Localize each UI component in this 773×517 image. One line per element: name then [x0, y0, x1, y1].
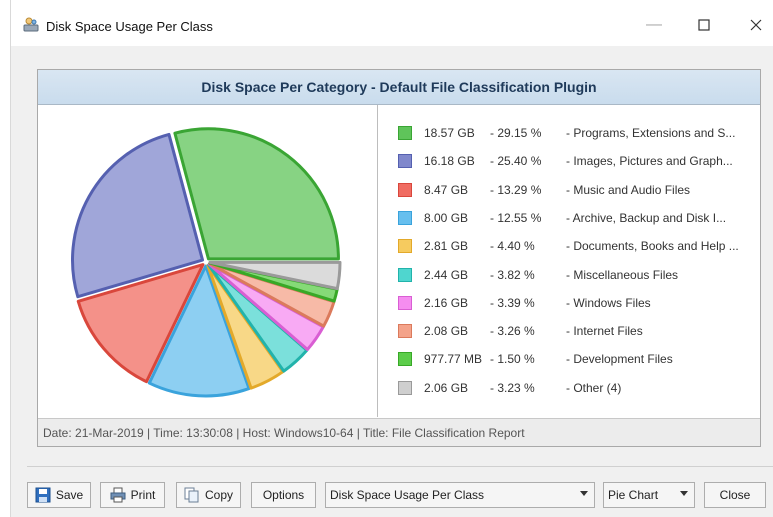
legend-swatch [398, 126, 412, 140]
legend-size: 8.00 GB [424, 210, 469, 225]
legend-label: - Documents, Books and Help ... [566, 239, 739, 254]
legend-item: 2.06 GB - 3.23 % - Other (4) [398, 378, 748, 398]
legend-swatch [398, 267, 412, 282]
legend-swatch [398, 324, 412, 339]
window-client-area: Disk Space Per Category - Default File C… [10, 46, 773, 517]
legend-percent: - 4.40 % [490, 239, 535, 254]
legend-percent: - 1.50 % [490, 352, 535, 367]
chevron-down-icon [680, 491, 688, 496]
legend-label: - Archive, Backup and Disk I... [566, 210, 727, 225]
legend-percent: - 29.15 % [490, 126, 542, 140]
legend-item: 8.00 GB - 12.55 % - Archive, Backup and Di… [398, 208, 748, 228]
legend-label: - Programs, Extensions and S... [566, 126, 736, 140]
legend-label: - Images, Pictures and Graph... [566, 154, 733, 169]
chart-type-value: Pie Chart [608, 488, 659, 502]
close-icon [750, 19, 762, 31]
print-label: Print [130, 488, 156, 502]
legend-label: - Development Files [566, 352, 673, 367]
chevron-down-icon [580, 491, 588, 496]
legend-item: 18.57 GB - 29.15 % - Programs, Extensions … [398, 123, 748, 143]
legend-swatch [398, 295, 412, 310]
save-button[interactable]: Save [27, 482, 91, 508]
legend-label: - Internet Files [566, 324, 643, 339]
legend-label: - Windows Files [566, 295, 651, 310]
legend-size: 2.06 GB [424, 380, 469, 395]
legend-item: 977.77 MB - 1.50 % - Development Files [398, 349, 748, 369]
options-label: Options [262, 488, 305, 502]
legend-swatch [398, 154, 412, 169]
legend-label: - Music and Audio Files [566, 182, 691, 197]
legend-item: 2.08 GB - 3.26 % - Internet Files [398, 321, 748, 341]
floppy-disk-icon [35, 487, 51, 503]
chart-type-select[interactable]: Pie Chart [603, 482, 695, 508]
copy-button[interactable]: Copy [176, 482, 241, 508]
pie-slice [173, 127, 340, 261]
legend-size: 2.44 GB [424, 267, 469, 282]
title-bar: Disk Space Usage Per Class — [10, 0, 773, 46]
disk-space-app-icon [23, 17, 39, 32]
legend-label: - Miscellaneous Files [566, 267, 679, 282]
legend-item: 8.47 GB - 13.29 % - Music and Audio Files [398, 180, 748, 200]
legend-swatch [398, 210, 412, 225]
legend-size: 977.77 MB [424, 352, 483, 367]
legend-item: 2.44 GB - 3.82 % - Miscellaneous Files [398, 265, 748, 285]
copy-icon [184, 487, 199, 503]
report-type-select[interactable]: Disk Space Usage Per Class [325, 482, 595, 508]
close-button[interactable]: Close [704, 482, 766, 508]
legend-size: 2.08 GB [424, 324, 469, 339]
chart-panel: Disk Space Per Category - Default File C… [37, 69, 761, 447]
maximize-icon [698, 19, 710, 31]
print-button[interactable]: Print [100, 482, 165, 508]
divider [27, 466, 773, 467]
legend-percent: - 3.26 % [490, 324, 535, 339]
report-footer: Date: 21-Mar-2019 | Time: 13:30:08 | Hos… [38, 418, 760, 446]
legend-size: 16.18 GB [424, 154, 475, 169]
copy-label: Copy [204, 488, 233, 502]
legend-percent: - 3.39 % [490, 295, 535, 310]
legend-item: 2.16 GB - 3.39 % - Windows Files [398, 293, 748, 313]
pie-chart-area [38, 105, 378, 417]
close-label: Close [719, 488, 751, 502]
legend-percent: - 12.55 % [490, 210, 542, 225]
chart-title: Disk Space Per Category - Default File C… [38, 70, 760, 105]
maximize-button[interactable] [681, 10, 727, 40]
chart-legend: 18.57 GB - 29.15 % - Programs, Extensions … [378, 105, 760, 417]
report-type-value: Disk Space Usage Per Class [330, 488, 485, 502]
legend-percent: - 3.23 % [490, 380, 535, 395]
pie-chart [71, 127, 342, 398]
legend-item: 2.81 GB - 4.40 % - Documents, Books and He… [398, 236, 748, 256]
legend-size: 8.47 GB [424, 182, 469, 197]
legend-label: - Other (4) [566, 380, 622, 395]
legend-size: 2.81 GB [424, 239, 469, 254]
window-title: Disk Space Usage Per Class [46, 19, 213, 34]
legend-percent: - 25.40 % [490, 154, 542, 169]
printer-icon [110, 487, 126, 503]
save-label: Save [55, 488, 84, 502]
legend-swatch [398, 380, 412, 395]
options-button[interactable]: Options [251, 482, 316, 508]
legend-size: 18.57 GB [424, 126, 475, 140]
legend-percent: - 3.82 % [490, 267, 535, 282]
legend-percent: - 13.29 % [490, 182, 542, 197]
legend-swatch [398, 239, 412, 254]
legend-item: 16.18 GB - 25.40 % - Images, Pictures and … [398, 151, 748, 171]
close-window-button[interactable] [733, 10, 773, 40]
legend-swatch [398, 182, 412, 197]
legend-size: 2.16 GB [424, 295, 469, 310]
minimize-button[interactable]: — [631, 10, 677, 40]
legend-swatch [398, 352, 412, 367]
